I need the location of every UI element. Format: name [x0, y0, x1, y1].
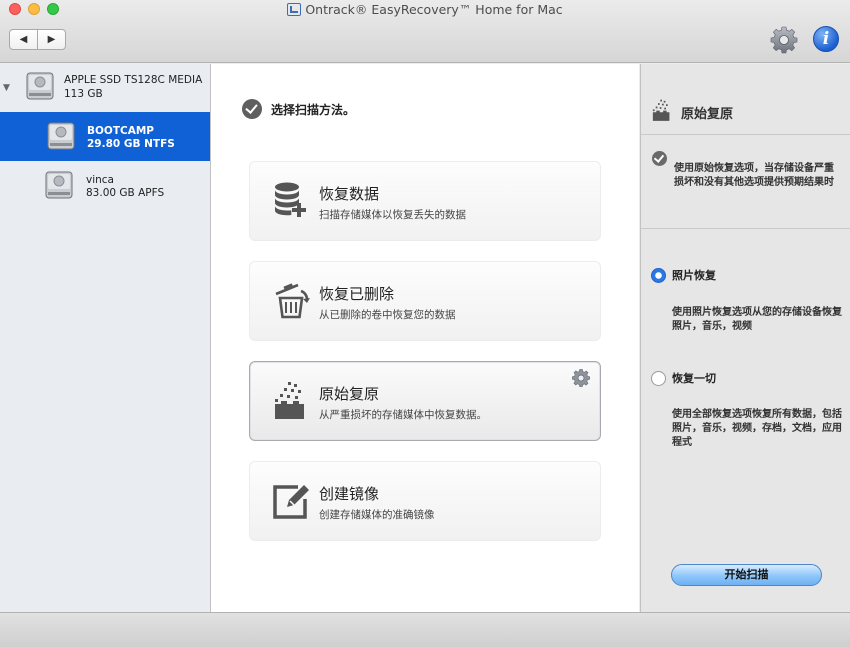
- panel-info-text: 使用原始恢复选项，当存储设备严重损坏和没有其他选项提供预期结果时: [674, 163, 834, 188]
- radio-photo-label[interactable]: 照片恢复: [672, 267, 716, 283]
- bottom-status-bar: [0, 612, 850, 647]
- hard-drive-icon: [45, 171, 73, 199]
- window-title-text: Ontrack® EasyRecovery™ Home for Mac: [305, 2, 563, 17]
- nav-button-group: ◀ ▶: [9, 29, 66, 50]
- option-title: 原始复原: [319, 385, 380, 403]
- window-title: Ontrack® EasyRecovery™ Home for Mac: [0, 2, 850, 17]
- disclosure-triangle-icon[interactable]: ▼: [3, 83, 10, 93]
- database-add-icon: [275, 182, 306, 217]
- forward-button[interactable]: ▶: [37, 30, 65, 49]
- disk-sidebar: ▼ APPLE SSD TS128C MEDIA 113 GB BOOTCAMP…: [0, 64, 211, 612]
- edit-image-icon: [273, 485, 309, 519]
- disk-size: 29.80 GB NTFS: [87, 138, 175, 150]
- radio-all-label[interactable]: 恢复一切: [672, 370, 716, 386]
- window-toolbar: Ontrack® EasyRecovery™ Home for Mac ◀ ▶ …: [0, 0, 850, 63]
- hard-drive-icon: [26, 72, 54, 100]
- scan-method-heading: 选择扫描方法。: [242, 99, 355, 119]
- disk-item-bootcamp[interactable]: BOOTCAMP 29.80 GB NTFS: [0, 112, 210, 161]
- option-title: 恢复已删除: [319, 285, 395, 303]
- app-logo-icon: [287, 3, 302, 16]
- back-button[interactable]: ◀: [10, 30, 37, 49]
- radio-recover-all[interactable]: [651, 371, 666, 386]
- disk-item-apple-ssd[interactable]: ▼ APPLE SSD TS128C MEDIA 113 GB: [0, 64, 210, 113]
- raw-recovery-icon: [275, 382, 304, 419]
- checkmark-icon: [242, 99, 262, 119]
- option-raw-recovery[interactable]: 原始复原 从严重损坏的存储媒体中恢复数据。: [249, 361, 601, 441]
- divider: [641, 228, 850, 229]
- disk-name: APPLE SSD TS128C MEDIA: [64, 74, 203, 86]
- disk-size: 83.00 GB APFS: [86, 187, 165, 199]
- scan-method-panel: 选择扫描方法。 恢复数据 扫描存储媒体以恢复丢失的数据 恢复已删除 从已删除的卷…: [211, 64, 639, 612]
- checkmark-icon: [652, 151, 667, 166]
- heading-text: 选择扫描方法。: [271, 102, 356, 117]
- disk-size: 113 GB: [64, 88, 103, 100]
- trash-restore-icon: [275, 283, 310, 319]
- raw-recovery-icon: [652, 99, 670, 121]
- disk-name: vinca: [86, 174, 114, 186]
- info-icon[interactable]: i: [813, 26, 839, 52]
- radio-photo-recovery[interactable]: [651, 268, 666, 283]
- disk-item-vinca[interactable]: vinca 83.00 GB APFS: [0, 162, 210, 211]
- hard-drive-icon: [47, 122, 75, 150]
- divider: [641, 134, 850, 135]
- option-create-image[interactable]: 创建镜像 创建存储媒体的准确镜像: [249, 461, 601, 541]
- panel-title: 原始复原: [681, 107, 734, 122]
- option-description: 扫描存储媒体以恢复丢失的数据: [319, 209, 466, 221]
- start-scan-button[interactable]: 开始扫描: [671, 564, 822, 586]
- option-description: 从严重损坏的存储媒体中恢复数据。: [319, 409, 487, 421]
- settings-gear-icon[interactable]: [769, 25, 799, 55]
- option-recover-deleted[interactable]: 恢复已删除 从已删除的卷中恢复您的数据: [249, 261, 601, 341]
- radio-all-description: 使用全部恢复选项恢复所有数据，包括照片，音乐，视频，存档，文档，应用程式: [672, 409, 842, 448]
- option-title: 恢复数据: [319, 185, 380, 203]
- radio-photo-description: 使用照片恢复选项从您的存储设备恢复照片，音乐，视频: [672, 307, 842, 332]
- option-title: 创建镜像: [319, 485, 380, 503]
- option-recover-data[interactable]: 恢复数据 扫描存储媒体以恢复丢失的数据: [249, 161, 601, 241]
- disk-name: BOOTCAMP: [87, 125, 154, 137]
- option-description: 从已删除的卷中恢复您的数据: [319, 309, 456, 321]
- panel-header: 原始复原: [641, 92, 850, 130]
- options-side-panel: 原始复原 使用原始恢复选项，当存储设备严重损坏和没有其他选项提供预期结果时 照片…: [640, 64, 850, 612]
- option-description: 创建存储媒体的准确镜像: [319, 509, 435, 521]
- option-settings-gear-icon[interactable]: [571, 368, 591, 388]
